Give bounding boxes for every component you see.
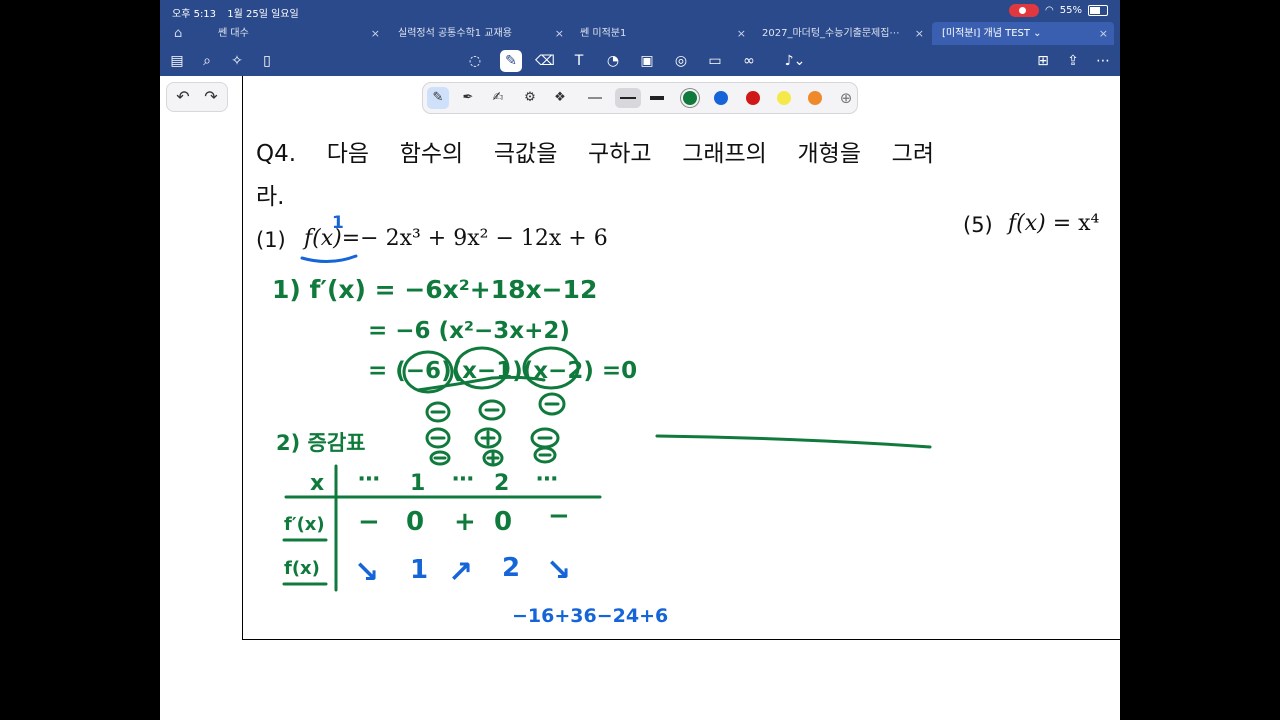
tab-label: 2027_마더텅_수능기출문제집⋯ (762, 28, 900, 39)
part5-equation: f(x) = x⁴ (1008, 211, 1099, 236)
screen-recording-icon[interactable] (1009, 4, 1040, 17)
image-icon[interactable]: ▣ (636, 50, 658, 72)
battery-percent: 55% (1059, 5, 1082, 16)
question-text: Q4. 다음 함수의 극값을 구하고 그래프의 개형을 그려 (256, 141, 934, 167)
tab-label: 쎈 미적분1 (580, 28, 627, 39)
function-name: f(x) (304, 226, 342, 251)
status-time: 오후 5:13 (172, 9, 217, 20)
pen-tool-icon[interactable]: ✎ (500, 50, 522, 72)
battery-icon (1088, 5, 1108, 16)
ipad-screen: 오후 5:13 1월 25일 일요일 ◠ 55% ⌂ 쎈 대수 × 실력정석 공… (160, 0, 1120, 720)
thickness-medium[interactable] (615, 88, 641, 108)
camera-icon[interactable]: ◎ (670, 50, 692, 72)
search-icon[interactable]: ⌕ (196, 50, 218, 72)
home-icon[interactable]: ⌂ (174, 22, 194, 45)
tab-label: 쎈 대수 (218, 28, 249, 39)
favorites-icon[interactable]: ❖ (549, 87, 571, 109)
close-icon[interactable]: × (915, 22, 924, 45)
document-icon[interactable]: ▯ (256, 50, 278, 72)
status-date: 1월 25일 일요일 (227, 9, 299, 20)
fountain-pen-icon[interactable]: ✎ (427, 87, 449, 109)
tab-1[interactable]: 쎈 대수 × (208, 22, 386, 45)
tab-bar: ⌂ 쎈 대수 × 실력정석 공통수학1 교재용 × 쎈 미적분1 × 2027_… (160, 22, 1120, 45)
eraser-icon[interactable]: ⌫ (534, 50, 556, 72)
lasso-icon[interactable]: ◌ (464, 50, 486, 72)
part1-equation: f(x)=− 2x³ + 9x² − 12x + 6 (304, 226, 608, 251)
tab-2[interactable]: 실력정석 공통수학1 교재용 × (388, 22, 570, 45)
color-green[interactable] (683, 91, 697, 105)
add-color-icon[interactable]: ⊕ (835, 87, 857, 109)
sticky-note-icon[interactable]: ▭ (704, 50, 726, 72)
redo-icon[interactable]: ↷ (199, 86, 223, 108)
wifi-icon: ◠ (1045, 5, 1054, 16)
color-red[interactable] (746, 91, 760, 105)
text-icon[interactable]: T (568, 50, 590, 72)
part5-label: (5) (963, 213, 993, 237)
question-text-cont: 라. (256, 184, 285, 210)
pen-palette: ✎ ✒ ✍ ⚙ ❖ ⊕ (422, 82, 858, 114)
tab-5-active[interactable]: [미적분I] 개념 TEST ⌄ × (932, 22, 1114, 45)
tab-4[interactable]: 2027_마더텅_수능기출문제집⋯ × (752, 22, 930, 45)
tab-label: [미적분I] 개념 TEST ⌄ (942, 28, 1042, 39)
close-icon[interactable]: × (555, 22, 564, 45)
close-icon[interactable]: × (737, 22, 746, 45)
new-page-icon[interactable]: ⊞ (1032, 50, 1054, 72)
mic-icon[interactable]: ♪⌄ (780, 50, 810, 72)
note-page-next[interactable] (950, 76, 1120, 640)
color-blue[interactable] (714, 91, 728, 105)
undo-icon[interactable]: ↶ (171, 86, 195, 108)
tab-3[interactable]: 쎈 미적분1 × (570, 22, 752, 45)
undo-redo-group: ↶ ↷ (166, 82, 228, 112)
ballpoint-pen-icon[interactable]: ✒ (457, 87, 479, 109)
part1-label: (1) (256, 228, 286, 252)
tab-label: 실력정석 공통수학1 교재용 (398, 28, 512, 39)
equation-rhs: =− 2x³ + 9x² − 12x + 6 (341, 226, 608, 251)
link-icon[interactable]: ∞ (738, 50, 760, 72)
close-icon[interactable]: × (371, 22, 380, 45)
toolbar: ▤ ⌕ ✧ ▯ ◌ ✎ ⌫ T ◔ ▣ ◎ ▭ ∞ ♪⌄ ⊞ ⇪ ⋯ (160, 45, 1120, 76)
function-name: f(x) (1008, 211, 1046, 236)
more-icon[interactable]: ⋯ (1092, 50, 1114, 72)
bookmark-magic-icon[interactable]: ✧ (226, 50, 248, 72)
color-yellow[interactable] (777, 91, 791, 105)
thickness-thin[interactable] (583, 88, 607, 108)
close-icon[interactable]: × (1099, 22, 1108, 45)
shape-icon[interactable]: ◔ (602, 50, 624, 72)
share-icon[interactable]: ⇪ (1062, 50, 1084, 72)
status-bar: 오후 5:13 1월 25일 일요일 ◠ 55% (160, 0, 1120, 22)
sidebar-icon[interactable]: ▤ (166, 50, 188, 72)
brush-pen-icon[interactable]: ✍ (487, 87, 509, 109)
thickness-thick[interactable] (645, 88, 669, 108)
equation-rhs: = x⁴ (1045, 211, 1100, 236)
settings-icon[interactable]: ⚙ (519, 87, 541, 109)
color-orange[interactable] (808, 91, 822, 105)
